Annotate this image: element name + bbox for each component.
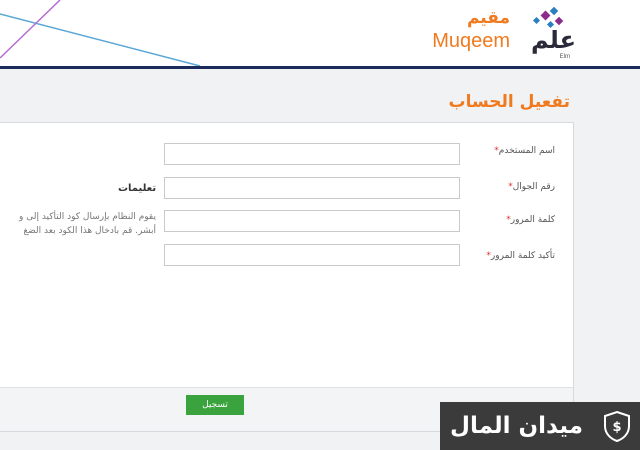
elm-logo: علم Elm (520, 4, 580, 60)
muqeem-logo-arabic: مقيم (466, 8, 510, 28)
elm-logo-arabic: علم (530, 26, 576, 54)
instructions-text: يقوم النظام بإرسال كود التأكيد إلى و أبش… (0, 210, 156, 238)
muqeem-logo-english: Muqeem (432, 30, 510, 52)
confirm-password-input[interactable] (164, 244, 460, 266)
mobile-label-text: رقم الجوال (512, 182, 555, 192)
password-label-text: كلمة المرور (510, 215, 555, 225)
username-label: اسم المستخدم* (494, 146, 555, 156)
svg-text:$: $ (612, 420, 621, 435)
page-title: تفعيل الحساب (448, 92, 570, 112)
money-shield-icon: $ (604, 410, 630, 442)
decorative-lines (0, 0, 201, 66)
watermark: ميدان المال $ (440, 402, 640, 450)
username-label-text: اسم المستخدم (498, 146, 555, 156)
confirm-password-label-text: تأكيد كلمة المرور (490, 251, 555, 261)
password-input[interactable] (164, 210, 460, 232)
header-divider (0, 66, 640, 69)
activation-form-card (0, 122, 574, 432)
elm-logo-english: Elm (559, 54, 570, 60)
instructions-line: أبشر. قم بادخال هذا الكود بعد الضغ (23, 226, 156, 236)
register-button[interactable]: تسجيل (186, 395, 244, 415)
username-input[interactable] (164, 143, 460, 165)
muqeem-logo: مقيم Muqeem (420, 8, 510, 58)
confirm-password-label: تأكيد كلمة المرور* (486, 251, 555, 261)
watermark-text: ميدان المال (450, 413, 583, 439)
site-header: مقيم Muqeem علم Elm (0, 0, 640, 66)
instructions-line: يقوم النظام بإرسال كود التأكيد إلى و (19, 212, 156, 222)
mobile-input[interactable] (164, 177, 460, 199)
mobile-label: رقم الجوال* (508, 182, 555, 192)
password-label: كلمة المرور* (506, 215, 555, 225)
instructions-title: تعليمات (118, 183, 157, 194)
